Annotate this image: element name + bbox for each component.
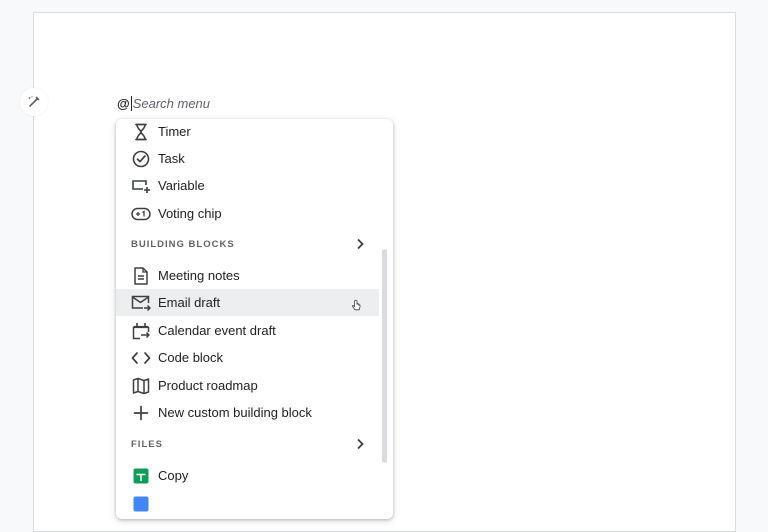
menu-item-label: Product roadmap (158, 378, 258, 393)
text-caret (130, 95, 132, 111)
check-circle-icon (131, 149, 151, 169)
menu-item-meeting-notes[interactable]: Meeting notes (116, 262, 379, 289)
search-menu-input[interactable] (132, 95, 293, 111)
menu-item-label: Email draft (158, 295, 221, 310)
plus-icon (131, 403, 151, 423)
chevron-right-icon (356, 438, 364, 450)
menu-item-label: Variable (158, 178, 205, 193)
section-label: FILES (131, 438, 163, 450)
menu-item-variable[interactable]: Variable (116, 172, 379, 199)
menu-scrollbar-thumb[interactable] (382, 249, 387, 463)
google-docs-icon (131, 494, 151, 514)
menu-item-label: Meeting notes (158, 268, 240, 283)
menu-item-code-block[interactable]: Code block (116, 344, 379, 371)
menu-item-label: Voting chip (158, 206, 222, 221)
menu-item-product-roadmap[interactable]: Product roadmap (116, 372, 379, 399)
menu-item-label: Code block (158, 350, 224, 365)
calendar-event-icon (131, 321, 151, 341)
menu-item-label: Calendar event draft (158, 323, 276, 338)
section-header-files[interactable]: FILES (116, 432, 379, 456)
menu-item-file-partial[interactable] (116, 490, 379, 517)
map-icon (131, 376, 151, 396)
hourglass-icon (131, 122, 151, 142)
edit-icon-button[interactable] (20, 88, 48, 116)
menu-item-new-custom-building-block[interactable]: New custom building block (116, 399, 379, 426)
menu-item-task[interactable]: Task (116, 145, 379, 172)
document-icon (131, 266, 151, 286)
hand-pointer-cursor-icon (352, 300, 361, 311)
email-forward-icon (131, 293, 151, 313)
menu-scrollbar[interactable] (381, 249, 389, 463)
menu-item-timer[interactable]: Timer (116, 119, 379, 145)
menu-item-label: Copy (158, 468, 189, 483)
at-mention-search[interactable]: @ (117, 94, 293, 112)
menu-item-calendar-event-draft[interactable]: Calendar event draft (116, 317, 379, 344)
variable-icon (131, 176, 151, 196)
at-symbol: @ (117, 95, 130, 111)
section-header-building-blocks[interactable]: BUILDING BLOCKS (116, 232, 379, 256)
menu-item-label: Task (158, 151, 185, 166)
menu-item-file-copy[interactable]: Copy (116, 462, 379, 489)
section-label: BUILDING BLOCKS (131, 238, 235, 250)
menu-item-label: Timer (158, 124, 191, 139)
insert-menu: Timer Task Variable Voting chip BUILDING… (116, 119, 393, 519)
voting-chip-icon (131, 204, 151, 224)
chevron-right-icon (356, 238, 364, 250)
magic-pencil-icon (27, 95, 41, 109)
code-icon (131, 348, 151, 368)
menu-item-label: New custom building block (158, 405, 312, 420)
menu-item-email-draft[interactable]: Email draft (116, 289, 379, 316)
google-sheets-icon (131, 466, 151, 486)
menu-item-voting-chip[interactable]: Voting chip (116, 200, 379, 227)
